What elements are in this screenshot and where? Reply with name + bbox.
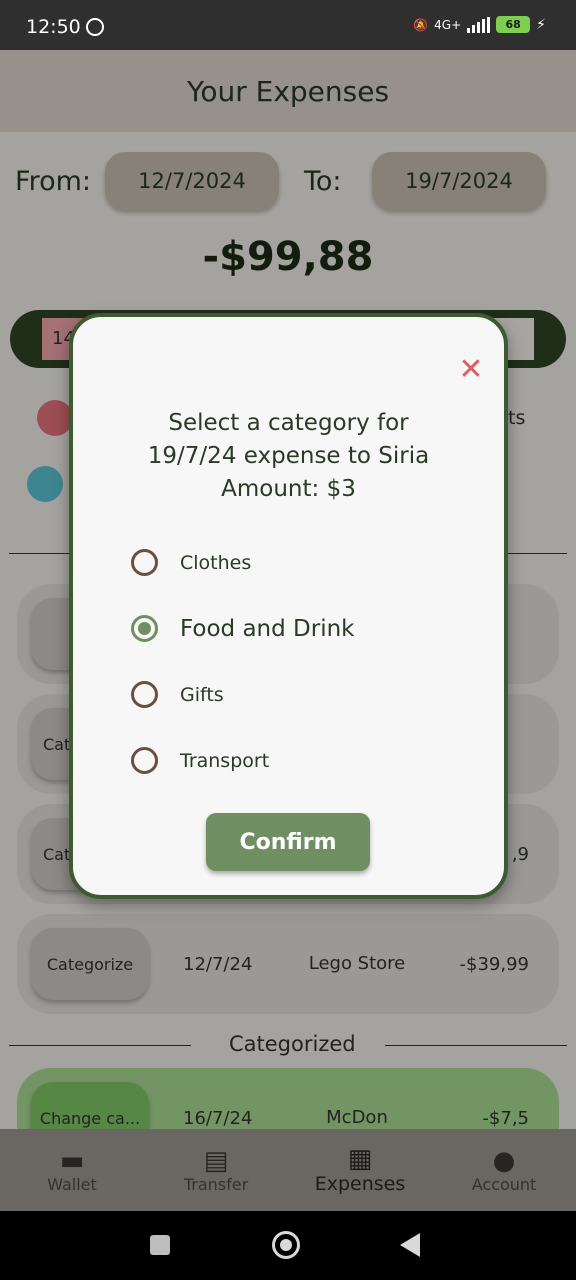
status-bar: 12:50 🔕 4G+ 68 ⚡ (0, 0, 576, 50)
dialog-title-line: 19/7/24 expense to Siria (147, 443, 430, 469)
option-food-and-drink[interactable]: Food and Drink (131, 615, 355, 642)
option-label: Transport (180, 749, 270, 772)
option-transport[interactable]: Transport (131, 747, 269, 774)
back-icon[interactable] (400, 1233, 420, 1257)
option-label: Gifts (180, 683, 224, 706)
status-icons: 🔕 4G+ 68 ⚡ (413, 16, 546, 33)
radio-button[interactable] (131, 681, 158, 708)
option-label: Food and Drink (180, 615, 355, 642)
app-notification-icon (86, 18, 104, 36)
radio-button[interactable] (131, 549, 158, 576)
category-dialog: ✕ Select a category for 19/7/24 expense … (69, 313, 508, 899)
charging-icon: ⚡ (536, 16, 546, 33)
network-label: 4G+ (434, 17, 462, 32)
radio-button-selected[interactable] (131, 615, 158, 642)
battery-icon: 68 (496, 16, 531, 33)
radio-button[interactable] (131, 747, 158, 774)
option-gifts[interactable]: Gifts (131, 681, 224, 708)
system-navigation-bar (0, 1211, 576, 1280)
dialog-title: Select a category for 19/7/24 expense to… (73, 407, 504, 506)
dialog-title-line: Select a category for (168, 410, 409, 436)
home-icon[interactable] (272, 1231, 300, 1259)
recents-icon[interactable] (150, 1235, 170, 1255)
mute-icon: 🔕 (413, 17, 429, 32)
signal-icon (467, 16, 491, 33)
status-time: 12:50 (26, 16, 81, 38)
dialog-amount: Amount: $3 (221, 476, 356, 502)
option-label: Clothes (180, 551, 252, 574)
option-clothes[interactable]: Clothes (131, 549, 251, 576)
close-icon[interactable]: ✕ (456, 355, 486, 385)
confirm-button[interactable]: Confirm (206, 813, 370, 871)
